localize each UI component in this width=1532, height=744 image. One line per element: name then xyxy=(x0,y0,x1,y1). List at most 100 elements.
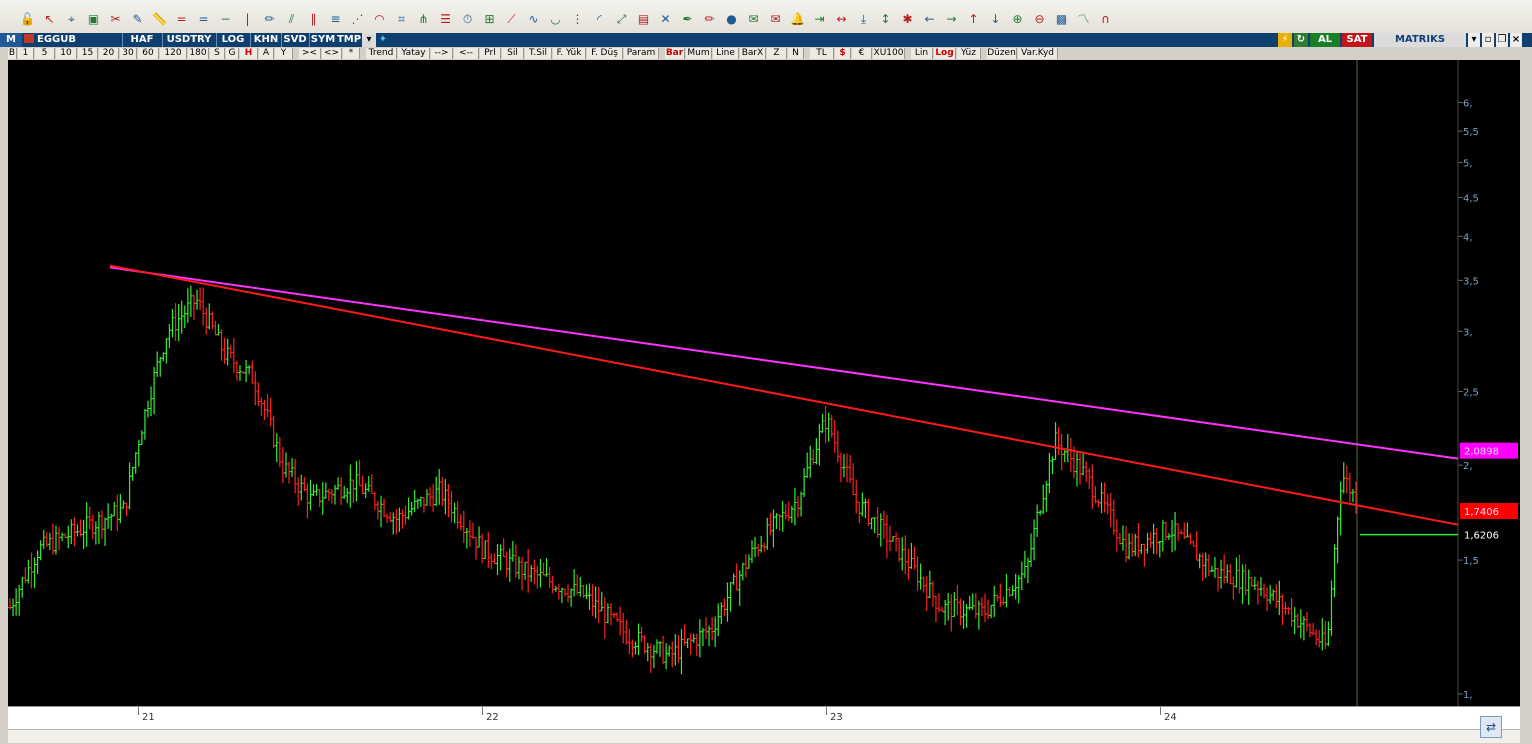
right-scroll-panel[interactable] xyxy=(1520,60,1532,744)
param-button[interactable]: 15 xyxy=(78,48,98,59)
symbol-label[interactable]: EGGUB xyxy=(24,33,84,47)
tmp-button[interactable]: TMP xyxy=(336,33,362,47)
param-button[interactable]: H xyxy=(240,48,258,59)
speed-icon[interactable]: ⟋ xyxy=(502,10,521,28)
period-button[interactable]: HAF xyxy=(124,33,160,47)
param-button[interactable]: S xyxy=(210,48,225,59)
param-button[interactable]: 20 xyxy=(99,48,119,59)
brush-icon[interactable]: ✏ xyxy=(700,10,719,28)
marker-icon[interactable]: ● xyxy=(722,10,741,28)
log-scale-button[interactable]: LOG xyxy=(218,33,248,47)
zoom-out-icon[interactable]: ⊖ xyxy=(1030,10,1049,28)
param-button[interactable]: Mum xyxy=(686,48,712,59)
minimize-icon[interactable]: ▫ xyxy=(1482,33,1494,47)
minus-icon[interactable]: − xyxy=(216,10,235,28)
param-button[interactable]: BarX xyxy=(740,48,766,59)
param-button[interactable]: F. Yük xyxy=(553,48,586,59)
param-button[interactable]: Düzen xyxy=(987,48,1017,59)
grid-icon[interactable]: ⊞ xyxy=(480,10,499,28)
param-button[interactable]: Prl xyxy=(480,48,501,59)
param-button[interactable]: F. Düş xyxy=(587,48,623,59)
param-button[interactable]: 10 xyxy=(56,48,77,59)
param-button[interactable]: Y xyxy=(275,48,293,59)
buy-button[interactable]: AL xyxy=(1310,33,1340,47)
sym-button[interactable]: SYM xyxy=(310,33,336,47)
arrow-down-icon[interactable]: ↓ xyxy=(986,10,1005,28)
wave-icon[interactable]: ∿ xyxy=(524,10,543,28)
param-button[interactable]: Line xyxy=(713,48,739,59)
box-icon[interactable]: ▣ xyxy=(84,10,103,28)
param-button[interactable]: 120 xyxy=(160,48,187,59)
param-button[interactable]: 30 xyxy=(120,48,137,59)
box-zone-icon[interactable]: ▤ xyxy=(634,10,653,28)
fib-fan-icon[interactable]: ⋰ xyxy=(348,10,367,28)
restore-icon[interactable]: ❐ xyxy=(1496,33,1508,47)
param-button[interactable]: Var.Kyd xyxy=(1018,48,1058,59)
param-button[interactable]: TL xyxy=(810,48,834,59)
close-icon[interactable]: × xyxy=(1510,33,1522,47)
note2-icon[interactable]: ✉ xyxy=(766,10,785,28)
lock-open-icon[interactable]: 🔓 xyxy=(18,10,37,28)
fan-icon[interactable]: ⋮ xyxy=(568,10,587,28)
expand-h-icon[interactable]: ↔ xyxy=(832,10,851,28)
param-button[interactable]: Yüz xyxy=(957,48,981,59)
param-button[interactable]: Param xyxy=(624,48,659,59)
param-button[interactable]: 5 xyxy=(35,48,55,59)
equal-icon[interactable]: = xyxy=(172,10,191,28)
param-button[interactable]: 1 xyxy=(18,48,34,59)
param-button[interactable]: Yatay xyxy=(398,48,430,59)
time-icon[interactable]: ⏱ xyxy=(458,10,477,28)
param-button[interactable]: € xyxy=(852,48,872,59)
param-button[interactable]: --> xyxy=(431,48,453,59)
param-button[interactable]: <> xyxy=(322,48,342,59)
cycle-icon[interactable]: ◡ xyxy=(546,10,565,28)
param-button[interactable]: A xyxy=(259,48,274,59)
arc-red-icon[interactable]: ∩ xyxy=(1096,10,1115,28)
menu-m-button[interactable]: M xyxy=(0,33,22,47)
sell-button[interactable]: SAT xyxy=(1342,33,1372,47)
arrow-left-icon[interactable]: ← xyxy=(920,10,939,28)
bell-icon[interactable]: 🔔 xyxy=(788,10,807,28)
fib-icon[interactable]: ≡ xyxy=(326,10,345,28)
channel-icon[interactable]: ⫽ xyxy=(282,10,301,28)
expand-v-icon[interactable]: ↕ xyxy=(876,10,895,28)
vline-icon[interactable]: | xyxy=(238,10,257,28)
param-button[interactable]: * xyxy=(343,48,360,59)
collapse-v-icon[interactable]: ⤓ xyxy=(854,10,873,28)
dropdown-arrow-icon[interactable]: ▾ xyxy=(362,33,376,47)
tools-icon[interactable]: ✂ xyxy=(106,10,125,28)
retrace-icon[interactable]: ☰ xyxy=(436,10,455,28)
param-button[interactable]: Trend xyxy=(366,48,397,59)
param-button[interactable]: 60 xyxy=(138,48,159,59)
param-button[interactable]: >< xyxy=(299,48,321,59)
image-icon[interactable]: ▩ xyxy=(1052,10,1071,28)
cursor-icon[interactable]: ↖ xyxy=(40,10,59,28)
param-button[interactable]: T.Sil xyxy=(525,48,552,59)
param-button[interactable]: $ xyxy=(835,48,851,59)
param-button[interactable]: B xyxy=(8,48,17,59)
note-icon[interactable]: ✉ xyxy=(744,10,763,28)
dropdown-icon[interactable]: ▾ xyxy=(1468,33,1480,47)
regression-icon[interactable]: ⤢ xyxy=(612,10,631,28)
arc-icon[interactable]: ◜ xyxy=(590,10,609,28)
lightning-icon[interactable]: ⚡ xyxy=(1278,33,1292,47)
svd-button[interactable]: SVD xyxy=(282,33,308,47)
param-button[interactable]: Z xyxy=(767,48,787,59)
param-button[interactable]: XU100 xyxy=(873,48,905,59)
gann-icon[interactable]: ⌗ xyxy=(392,10,411,28)
param-button[interactable]: G xyxy=(226,48,239,59)
cross-lines-icon[interactable]: ✕ xyxy=(656,10,675,28)
arrow-right-icon[interactable]: → xyxy=(942,10,961,28)
khn-button[interactable]: KHN xyxy=(252,33,280,47)
cross-icon[interactable]: ⌖ xyxy=(62,10,81,28)
sync-icon[interactable]: ⇄ xyxy=(1480,716,1502,738)
horizontal-scrollbar[interactable] xyxy=(8,729,1520,743)
collapse-h-icon[interactable]: ⇥ xyxy=(810,10,829,28)
pitch-icon[interactable]: ⋔ xyxy=(414,10,433,28)
equal-icon[interactable]: = xyxy=(194,10,213,28)
param-button[interactable]: Sil xyxy=(502,48,524,59)
brush-icon[interactable]: ✏ xyxy=(260,10,279,28)
ruler-icon[interactable]: 📏 xyxy=(150,10,169,28)
fib-arc-icon[interactable]: ◠ xyxy=(370,10,389,28)
param-button[interactable]: Log xyxy=(934,48,956,59)
